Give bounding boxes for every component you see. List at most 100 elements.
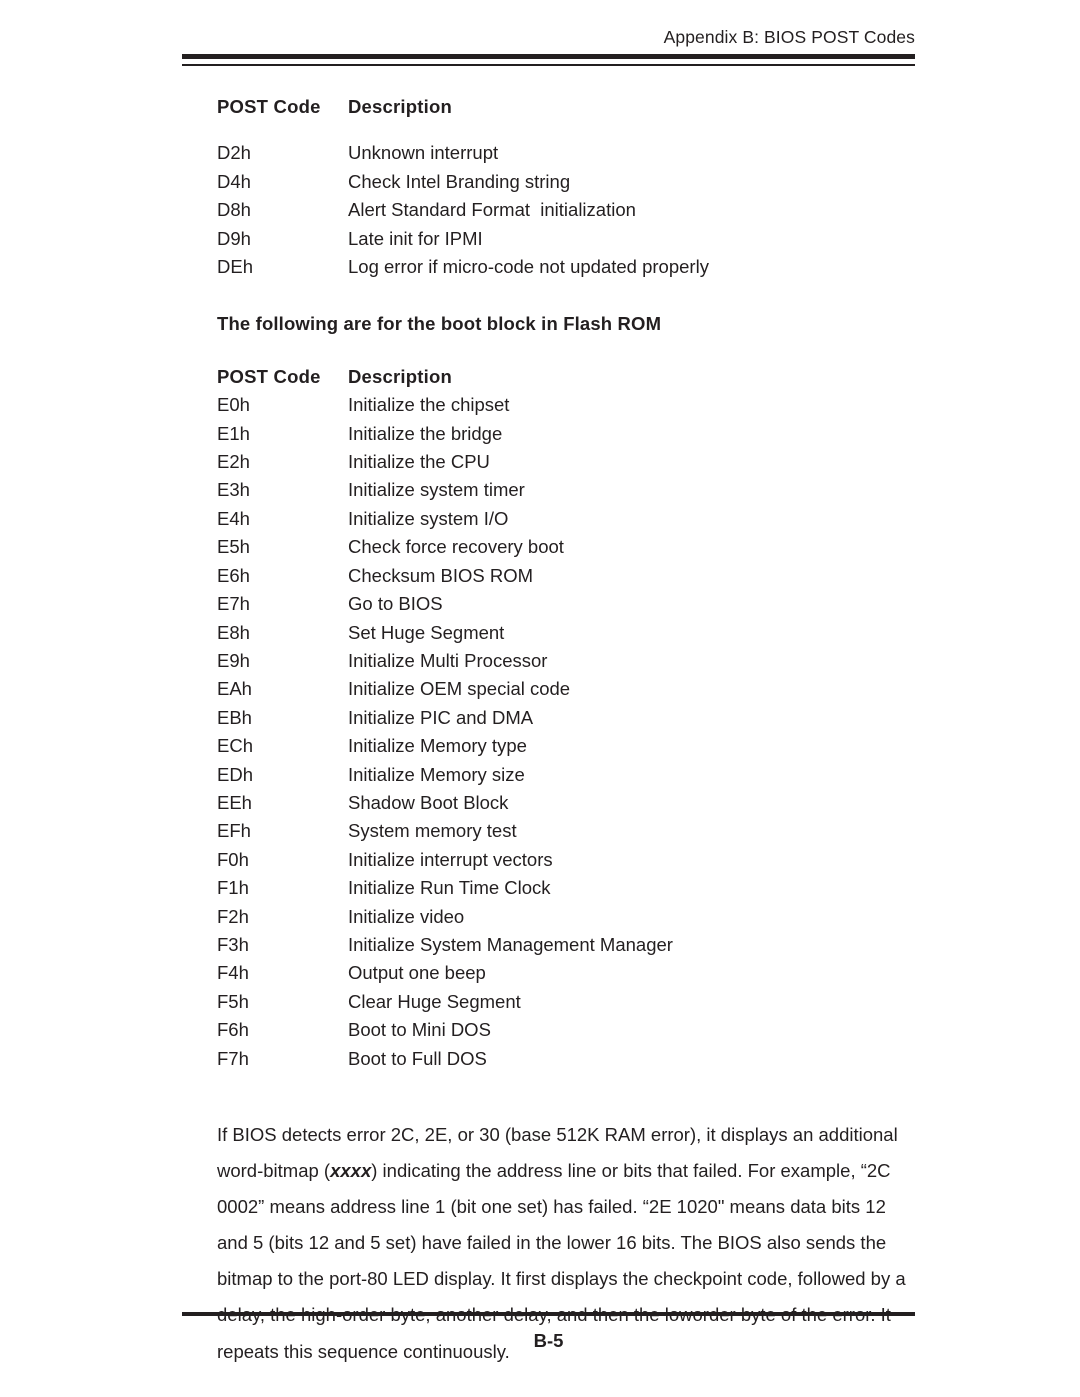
post-code-cell: E5h	[217, 536, 250, 558]
table-row: D4h Check Intel Branding string	[217, 168, 917, 196]
table-row: E9h Initialize Multi Processor	[217, 647, 917, 675]
description-cell: Initialize system I/O	[348, 507, 509, 529]
table-row: ECh Initialize Memory type	[217, 732, 917, 760]
table-row: E5h Check force recovery boot	[217, 533, 917, 561]
description-cell: Initialize Memory type	[348, 735, 527, 757]
table-row: F5h Clear Huge Segment	[217, 988, 917, 1016]
description-cell: Check force recovery boot	[348, 536, 564, 558]
post-code-cell: DEh	[217, 256, 253, 278]
post-code-cell: D2h	[217, 142, 251, 164]
page-number: B-5	[533, 1330, 564, 1351]
table-header-row: POST Code Description	[217, 363, 917, 391]
description-cell: Initialize Run Time Clock	[348, 877, 551, 899]
table-row: D8h Alert Standard Format initialization	[217, 196, 917, 224]
post-code-cell: EDh	[217, 763, 253, 785]
post-code-cell: E9h	[217, 649, 250, 671]
post-code-cell: F6h	[217, 1019, 249, 1041]
table-row: E0h Initialize the chipset	[217, 391, 917, 419]
table-row: EAh Initialize OEM special code	[217, 675, 917, 703]
description-cell: Initialize system timer	[348, 479, 525, 501]
post-code-table-primary-body: D2h Unknown interrupt D4h Check Intel Br…	[217, 139, 917, 281]
column-header-post-code: POST Code	[217, 96, 321, 117]
description-cell: Initialize video	[348, 905, 465, 927]
description-cell: System memory test	[348, 820, 517, 842]
section-heading-boot-block: The following are for the boot block in …	[217, 313, 662, 335]
table-row: E7h Go to BIOS	[217, 590, 917, 618]
post-code-table-boot-block-body: E0h Initialize the chipset E1h Initializ…	[217, 391, 917, 1073]
table-row: D9h Late init for IPMI	[217, 225, 917, 253]
table-row: EDh Initialize Memory size	[217, 761, 917, 789]
description-cell: Check Intel Branding string	[348, 170, 571, 192]
post-code-cell: E7h	[217, 593, 250, 615]
post-code-cell: E3h	[217, 479, 250, 501]
description-cell: Output one beep	[348, 962, 486, 984]
post-code-cell: D8h	[217, 199, 251, 221]
description-cell: Initialize the CPU	[348, 451, 490, 473]
description-cell: Initialize System Management Manager	[348, 933, 673, 955]
column-header-post-code: POST Code	[217, 365, 321, 387]
table-row: E3h Initialize system timer	[217, 476, 917, 504]
post-code-table-boot-block: POST Code Description E0h Initialize the…	[217, 363, 917, 1073]
description-cell: Clear Huge Segment	[348, 990, 521, 1012]
post-code-table-primary: POST Code Description D2h Unknown interr…	[217, 93, 917, 281]
table-row: E4h Initialize system I/O	[217, 505, 917, 533]
description-cell: Boot to Mini DOS	[348, 1019, 491, 1041]
post-code-cell: EEh	[217, 791, 252, 813]
post-code-cell: F3h	[217, 933, 249, 955]
table-row: F4h Output one beep	[217, 959, 917, 987]
table-row: EFh System memory test	[217, 817, 917, 845]
post-code-cell: E1h	[217, 422, 250, 444]
post-code-cell: F2h	[217, 905, 249, 927]
running-head: Appendix B: BIOS POST Codes	[663, 27, 915, 47]
post-code-cell: D4h	[217, 170, 251, 192]
post-code-cell: F0h	[217, 848, 249, 870]
description-cell: Initialize interrupt vectors	[348, 848, 553, 870]
description-cell: Initialize the bridge	[348, 422, 503, 444]
note-emphasis-xxxx: xxxx	[330, 1160, 372, 1182]
description-cell: Go to BIOS	[348, 593, 443, 615]
post-code-cell: F4h	[217, 962, 249, 984]
table-row: E2h Initialize the CPU	[217, 448, 917, 476]
header-rule-thin	[182, 64, 915, 66]
table-row: D2h Unknown interrupt	[217, 139, 917, 167]
table-row: F6h Boot to Mini DOS	[217, 1016, 917, 1044]
header-rule-thick	[182, 54, 915, 59]
description-cell: Initialize OEM special code	[348, 678, 571, 700]
description-cell: Set Huge Segment	[348, 621, 505, 643]
post-code-cell: E4h	[217, 507, 250, 529]
post-code-cell: F1h	[217, 877, 249, 899]
table-header-row: POST Code Description	[217, 93, 917, 121]
post-code-cell: EAh	[217, 678, 252, 700]
table-row: F2h Initialize video	[217, 903, 917, 931]
table-row: E8h Set Huge Segment	[217, 619, 917, 647]
description-cell: Initialize Multi Processor	[348, 649, 548, 671]
description-cell: Boot to Full DOS	[348, 1047, 487, 1069]
table-row: EBh Initialize PIC and DMA	[217, 704, 917, 732]
table-row: E1h Initialize the bridge	[217, 420, 917, 448]
post-code-cell: F5h	[217, 990, 249, 1012]
description-cell: Alert Standard Format initialization	[348, 199, 636, 221]
table-row: F3h Initialize System Management Manager	[217, 931, 917, 959]
column-header-description: Description	[348, 96, 452, 117]
description-cell: Unknown interrupt	[348, 142, 499, 164]
post-code-cell: F7h	[217, 1047, 249, 1069]
table-row: E6h Checksum BIOS ROM	[217, 562, 917, 590]
description-cell: Initialize PIC and DMA	[348, 706, 534, 728]
table-row: F7h Boot to Full DOS	[217, 1045, 917, 1073]
table-header-spacer	[217, 121, 917, 139]
page-content: POST Code Description D2h Unknown interr…	[217, 93, 917, 1370]
description-cell: Initialize Memory size	[348, 763, 525, 785]
post-code-cell: E6h	[217, 564, 250, 586]
footer-rule	[182, 1312, 915, 1316]
table-row: DEh Log error if micro-code not updated …	[217, 253, 917, 281]
post-code-cell: ECh	[217, 735, 253, 757]
description-cell: Shadow Boot Block	[348, 791, 509, 813]
post-code-cell: E8h	[217, 621, 250, 643]
description-cell: Log error if micro-code not updated prop…	[348, 256, 709, 278]
post-code-cell: EFh	[217, 820, 251, 842]
post-code-cell: E2h	[217, 451, 250, 473]
column-header-description: Description	[348, 365, 452, 387]
